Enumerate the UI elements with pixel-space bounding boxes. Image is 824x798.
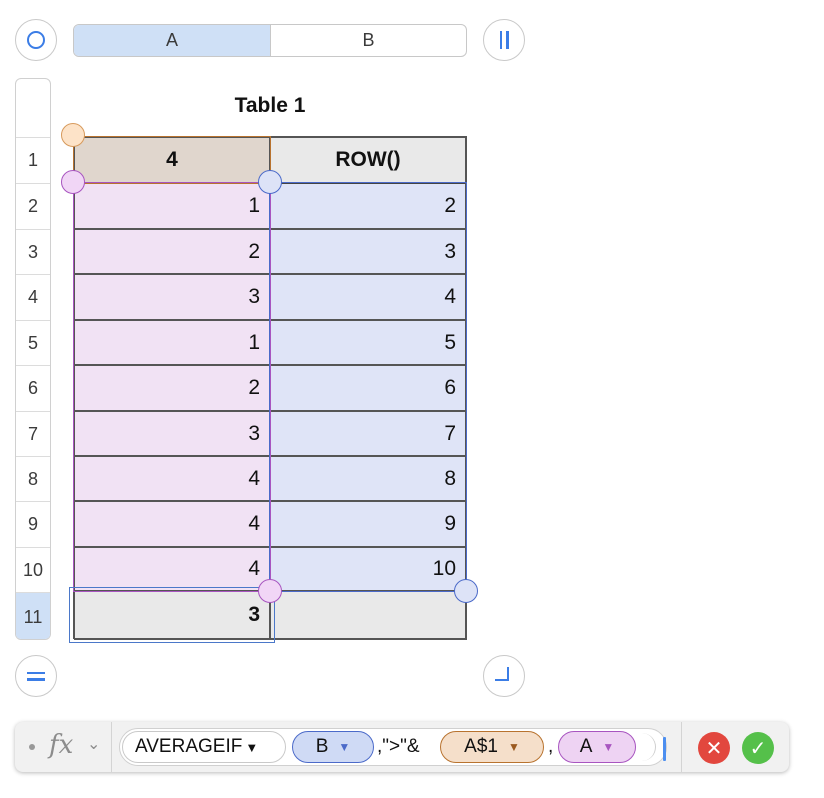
- column-header-a[interactable]: A: [74, 25, 271, 56]
- equals-rows-icon: [27, 671, 45, 681]
- range-ref-token[interactable]: B ▼: [292, 731, 374, 763]
- criteria-ref-token[interactable]: A$1 ▼: [440, 731, 544, 763]
- fx-icon[interactable]: fx: [49, 730, 73, 760]
- cancel-button[interactable]: ✕: [698, 732, 730, 764]
- row-header-3[interactable]: 3: [16, 229, 50, 274]
- avg-ref-token[interactable]: A ▼: [558, 731, 636, 763]
- cancel-x-icon: ✕: [705, 737, 723, 760]
- row-header-1[interactable]: 1: [16, 137, 50, 183]
- criteria-ref-handle[interactable]: [61, 123, 85, 147]
- row-header-7[interactable]: 7: [16, 411, 50, 456]
- row-header-8[interactable]: 8: [16, 456, 50, 501]
- drag-dot-icon: [29, 744, 35, 750]
- pause-columns-icon: [499, 31, 509, 49]
- corner-resize-icon: [495, 667, 509, 681]
- range-ref-label: B: [315, 736, 329, 757]
- dropdown-triangle-icon: ▼: [602, 740, 615, 754]
- dropdown-triangle-icon: ▼: [507, 740, 520, 754]
- row-header-6[interactable]: 6: [16, 365, 50, 411]
- accept-check-icon: ✓: [749, 737, 767, 760]
- select-table-button[interactable]: [15, 19, 57, 61]
- dropdown-triangle-icon: ▼: [245, 739, 259, 755]
- column-header-b[interactable]: B: [271, 25, 466, 56]
- formula-input[interactable]: AVERAGEIF ▼ B ▼ ,">"& A$1 ▼ , A ▼: [119, 728, 667, 766]
- closing-paren-token: [638, 733, 656, 761]
- add-row-button[interactable]: [15, 655, 57, 697]
- literal-text: ,">"&: [377, 736, 420, 757]
- row-header-4[interactable]: 4: [16, 274, 50, 320]
- row-header-10[interactable]: 10: [16, 547, 50, 592]
- avg-range-handle-bottom[interactable]: [258, 579, 282, 603]
- row-header-5[interactable]: 5: [16, 320, 50, 365]
- formula-bar: fx ⌄ AVERAGEIF ▼ B ▼ ,">"& A$1 ▼ , A ▼ ✕…: [15, 722, 789, 772]
- criteria-ref-highlight: [73, 136, 271, 184]
- chevron-down-icon[interactable]: ⌄: [87, 734, 100, 754]
- text-caret: [663, 737, 666, 761]
- criteria-range-highlight: [269, 182, 467, 592]
- criteria-range-handle-bottom[interactable]: [454, 579, 478, 603]
- row-header-11[interactable]: 11: [16, 592, 50, 639]
- header-cell-b[interactable]: ROW(): [270, 137, 466, 183]
- row-header-2[interactable]: 2: [16, 183, 50, 229]
- column-header-bar: A B: [73, 24, 467, 57]
- function-name: AVERAGEIF: [135, 736, 243, 757]
- footer-cell-b[interactable]: [270, 591, 466, 639]
- row-header-bar: 1 2 3 4 5 6 7 8 9 10 11: [15, 78, 51, 640]
- row-header-9[interactable]: 9: [16, 501, 50, 547]
- table-title[interactable]: Table 1: [73, 94, 467, 118]
- function-token[interactable]: AVERAGEIF ▼: [122, 731, 286, 763]
- divider: [681, 722, 682, 772]
- avg-ref-label: A: [579, 736, 593, 757]
- add-column-button[interactable]: [483, 19, 525, 61]
- criteria-ref-label: A$1: [464, 736, 498, 757]
- divider: [111, 722, 112, 772]
- resize-table-button[interactable]: [483, 655, 525, 697]
- comma-text: ,: [548, 736, 554, 757]
- active-cell-selection: [69, 587, 275, 643]
- avg-range-handle-top[interactable]: [61, 170, 85, 194]
- avg-range-highlight: [73, 182, 271, 592]
- dropdown-triangle-icon: ▼: [338, 740, 351, 754]
- accept-button[interactable]: ✓: [742, 732, 774, 764]
- circle-select-icon: [27, 31, 45, 49]
- criteria-range-handle-top[interactable]: [258, 170, 282, 194]
